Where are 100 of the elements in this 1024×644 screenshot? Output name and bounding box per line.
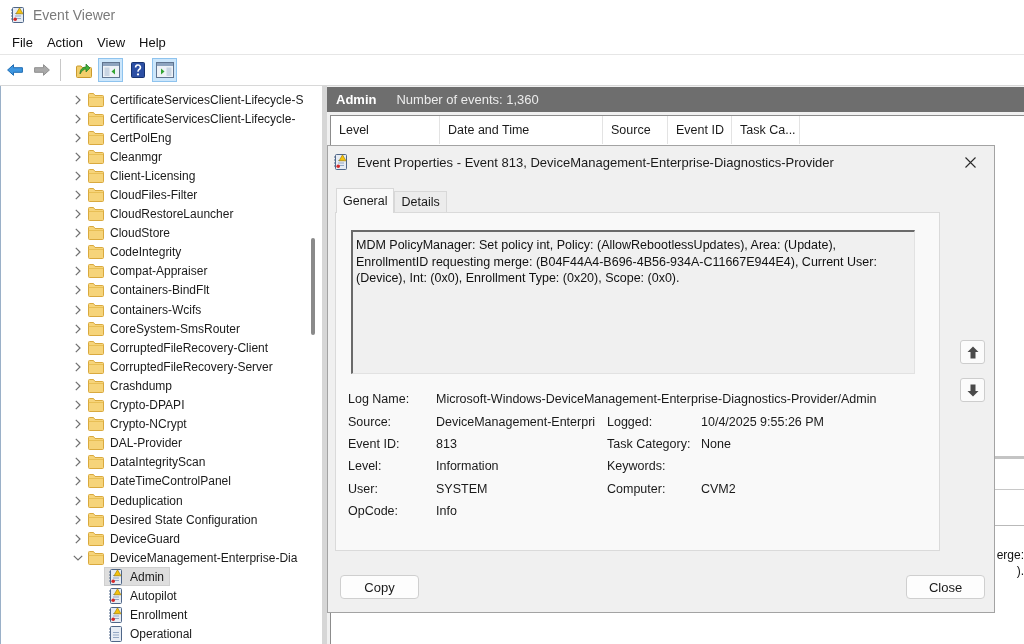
scrollbar[interactable] xyxy=(311,238,315,335)
tree-item[interactable]: Admin xyxy=(104,567,170,587)
field-label: Task Category: xyxy=(607,436,691,451)
chevron-right-icon[interactable] xyxy=(74,400,81,411)
chevron-right-icon[interactable] xyxy=(74,132,81,143)
menu-item[interactable]: File xyxy=(5,31,40,53)
previous-event-button[interactable] xyxy=(960,340,985,364)
tree-item[interactable]: Crypto-NCrypt xyxy=(84,414,193,434)
tree-item[interactable]: Crashdump xyxy=(84,376,179,396)
chevron-right-icon[interactable] xyxy=(74,380,81,391)
tree-item[interactable]: Cleanmgr xyxy=(84,147,169,167)
tab[interactable]: Details xyxy=(394,191,447,212)
folder-icon xyxy=(88,302,104,317)
tree-item[interactable]: Operational xyxy=(104,624,199,644)
chevron-right-icon[interactable] xyxy=(74,323,81,334)
chevron-right-icon[interactable] xyxy=(74,170,81,181)
chevron-right-icon[interactable] xyxy=(74,285,81,296)
folder-icon xyxy=(88,378,104,393)
folder-icon xyxy=(88,188,104,202)
folder-icon xyxy=(88,283,104,298)
chevron-right-icon[interactable] xyxy=(74,495,81,506)
chevron-right-icon[interactable] xyxy=(74,304,81,315)
folder-icon xyxy=(88,340,104,355)
field-label: Log Name: xyxy=(348,392,410,407)
field-value: 813 xyxy=(436,436,457,451)
chevron-right-icon[interactable] xyxy=(74,514,81,525)
tree-item[interactable]: DataIntegrityScan xyxy=(84,452,212,472)
help-icon xyxy=(130,62,145,78)
column-header[interactable]: Date and Time xyxy=(440,116,603,144)
tree-item[interactable]: DateTimeControlPanel xyxy=(84,471,237,491)
console-tree-button[interactable] xyxy=(98,58,123,82)
tree-item[interactable]: Crypto-DPAPI xyxy=(84,395,191,415)
chevron-right-icon[interactable] xyxy=(74,228,81,239)
tree-item[interactable]: DeviceGuard xyxy=(84,529,187,549)
chevron-right-icon[interactable] xyxy=(74,190,81,200)
chevron-right-icon[interactable] xyxy=(74,247,81,258)
tree-item[interactable]: Containers-BindFlt xyxy=(84,281,216,300)
field-label: Source: xyxy=(348,414,392,429)
chevron-right-icon[interactable] xyxy=(74,266,81,277)
field-value: SYSTEM xyxy=(436,481,488,496)
menu-item[interactable]: Action xyxy=(39,31,91,53)
menu-item[interactable]: View xyxy=(90,31,133,53)
tree-item[interactable]: Desired State Configuration xyxy=(84,510,264,530)
description-field[interactable]: MDM PolicyManager: Set policy int, Policy: (AllowRebootlessUpdates), Area: (Update), EnrollmentID requesting merge: (B04F44A4-B696-4B56-934A-C11667E944E4), Current User: (Device), Int: (0x0), Enrollment Type: (0x20), Scope: (0x0). xyxy=(351,230,915,374)
chevron-right-icon[interactable] xyxy=(74,94,81,105)
chevron-right-icon[interactable] xyxy=(74,361,81,372)
preview-text: erge: xyxy=(996,547,1024,563)
field-value: Info xyxy=(436,504,457,519)
folder-icon xyxy=(88,474,104,489)
tree-item[interactable]: CorruptedFileRecovery-Server xyxy=(84,357,279,377)
tree-item[interactable]: Enrollment xyxy=(104,605,194,625)
folder-icon xyxy=(88,149,104,164)
tree-item[interactable]: CodeIntegrity xyxy=(84,242,188,262)
tree-item[interactable]: CoreSystem-SmsRouter xyxy=(84,319,247,339)
chevron-right-icon[interactable] xyxy=(74,113,81,124)
preview-text: ). xyxy=(1016,563,1024,579)
chevron-right-icon[interactable] xyxy=(74,457,81,468)
folder-icon xyxy=(88,436,104,451)
tree-item[interactable]: CloudRestoreLauncher xyxy=(84,204,240,224)
chevron-right-icon[interactable] xyxy=(74,151,81,162)
tree-item[interactable]: DAL-Provider xyxy=(84,433,189,453)
tree-item[interactable]: CertificateServicesClient-Lifecycle-S xyxy=(84,90,310,110)
chevron-right-icon[interactable] xyxy=(74,476,81,487)
tree-item[interactable]: Client-Licensing xyxy=(84,166,202,186)
tree-item[interactable]: Compat-Appraiser xyxy=(84,261,214,281)
column-header[interactable]: Task Ca... xyxy=(732,116,800,144)
column-header[interactable]: Event ID xyxy=(668,116,732,144)
chevron-right-icon[interactable] xyxy=(74,342,81,353)
tree-item[interactable]: CertificateServicesClient-Lifecycle- xyxy=(84,109,302,129)
folder-icon xyxy=(88,321,104,336)
tab[interactable]: General xyxy=(336,188,395,213)
arrow-up-icon xyxy=(966,345,979,359)
field-value: Microsoft-Windows-DeviceManagement-Enterprise-Diagnostics-Provider/Admin xyxy=(436,392,877,407)
tree-item[interactable]: DeviceManagement-Enterprise-Dia xyxy=(84,548,304,568)
chevron-right-icon[interactable] xyxy=(74,209,81,220)
tree-item[interactable]: CloudFiles-Filter xyxy=(84,185,204,205)
tree-item[interactable]: Deduplication xyxy=(84,491,189,510)
action-pane-button[interactable] xyxy=(152,58,177,82)
tree-item[interactable]: CertPolEng xyxy=(84,128,178,148)
next-event-button[interactable] xyxy=(960,378,985,402)
tree-item[interactable]: CorruptedFileRecovery-Client xyxy=(84,338,275,358)
chevron-right-icon[interactable] xyxy=(74,533,81,544)
folder-icon xyxy=(88,398,104,413)
tree-item[interactable]: Autopilot xyxy=(104,586,183,606)
folder-icon xyxy=(88,455,104,470)
field-value: None xyxy=(701,436,731,451)
notebook-warning-icon xyxy=(108,607,124,624)
chevron-right-icon[interactable] xyxy=(74,438,81,449)
close-button[interactable]: Close xyxy=(906,575,985,599)
chevron-down-icon[interactable] xyxy=(72,554,83,561)
pane-right-icon xyxy=(155,62,174,78)
column-header[interactable]: Level xyxy=(331,116,440,144)
field-label: Logged: xyxy=(607,414,653,429)
chevron-right-icon[interactable] xyxy=(74,419,81,430)
field-label: OpCode: xyxy=(348,504,399,519)
tree-item[interactable]: CloudStore xyxy=(84,223,177,243)
tree-item[interactable]: Containers-Wcifs xyxy=(84,300,208,320)
menu-item[interactable]: Help xyxy=(132,31,173,53)
column-header[interactable]: Source xyxy=(603,116,668,144)
copy-button[interactable]: Copy xyxy=(340,575,419,599)
